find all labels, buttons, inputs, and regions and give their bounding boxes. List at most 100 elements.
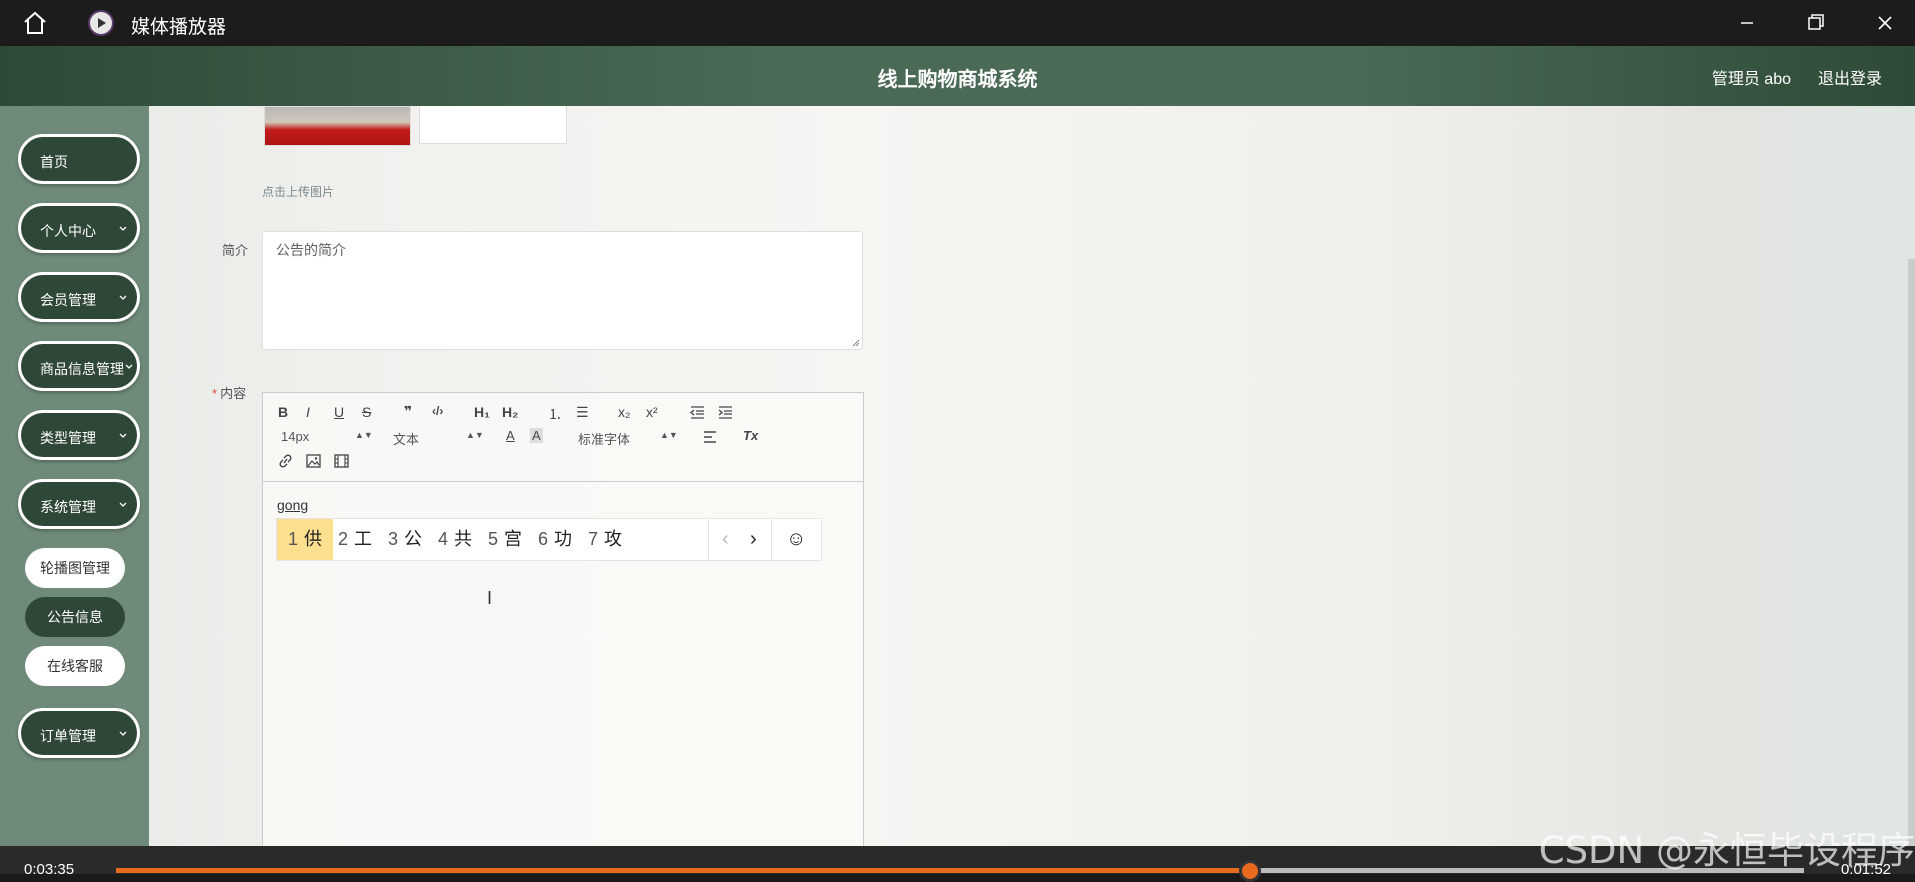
player-title: 媒体播放器	[131, 17, 227, 38]
strike-button[interactable]: S	[362, 404, 371, 420]
ime-separator	[771, 519, 772, 560]
text-cursor-icon: I	[487, 588, 493, 608]
sidebar-item-type-management[interactable]: 类型管理	[18, 410, 140, 460]
video-icon[interactable]	[334, 454, 349, 468]
select-arrows-icon: ▲▼	[355, 430, 373, 440]
sidebar-item-label: 订单管理	[40, 728, 96, 744]
logout-button[interactable]: 退出登录	[1818, 65, 1882, 89]
sidebar-item-label: 系统管理	[40, 499, 96, 515]
sidebar-item-label: 商品信息管理	[40, 361, 124, 377]
admin-user: 管理员 abo	[1711, 71, 1791, 88]
sidebar-item-label: 个人中心	[40, 223, 96, 239]
content-label-text: 内容	[220, 386, 247, 401]
link-icon[interactable]	[278, 454, 293, 468]
clean-format-button[interactable]: Tx	[743, 428, 758, 443]
font-family-select[interactable]: 标准字体 ▲▼	[578, 429, 678, 448]
header2-button[interactable]: H₂	[502, 404, 518, 420]
candidate-number: 7	[588, 529, 599, 549]
uploaded-image-thumbnail[interactable]	[264, 106, 411, 146]
minimize-icon[interactable]	[1733, 10, 1761, 36]
ime-candidate[interactable]: 7攻	[577, 519, 633, 560]
restore-icon[interactable]	[1801, 10, 1829, 36]
align-icon[interactable]	[703, 431, 717, 443]
close-icon[interactable]	[1871, 10, 1899, 36]
font-family-value: 标准字体	[578, 432, 631, 447]
sidebar-subitem-announcements[interactable]: 公告信息	[25, 597, 125, 637]
ime-candidate[interactable]: 4共	[427, 519, 483, 560]
indent-icon[interactable]	[718, 406, 733, 419]
sidebar-item-personal-center[interactable]: 个人中心	[18, 203, 140, 253]
home-icon[interactable]	[22, 10, 48, 36]
blockquote-button[interactable]: ❞	[404, 403, 412, 420]
candidate-char: 供	[304, 529, 323, 549]
upload-tip[interactable]: 点击上传图片	[262, 183, 334, 200]
chevron-down-icon	[119, 295, 127, 300]
ime-candidate[interactable]: 5宫	[477, 519, 533, 560]
ime-prev-page-icon[interactable]: ‹	[711, 519, 740, 560]
sidebar-item-member-management[interactable]: 会员管理	[18, 272, 140, 322]
sidebar-item-label: 类型管理	[40, 430, 96, 446]
candidate-char: 工	[354, 529, 373, 549]
content-label: * 内容	[212, 383, 246, 402]
required-mark: *	[212, 386, 218, 401]
chevron-down-icon	[119, 502, 127, 507]
resize-grip-icon[interactable]	[852, 339, 860, 347]
sidebar-item-order-management[interactable]: 订单管理	[18, 708, 140, 758]
chevron-down-icon	[119, 226, 127, 231]
image-upload-slot[interactable]	[419, 106, 567, 144]
ime-candidate-window: 1供 2工 3公 4共 5宫 6功 7攻 ‹ › ☺	[276, 518, 822, 561]
subscript-button[interactable]: x₂	[618, 404, 630, 420]
header-select[interactable]: 文本 ▲▼	[393, 429, 484, 448]
background-color-icon[interactable]: A	[530, 428, 543, 443]
candidate-char: 功	[554, 529, 573, 549]
candidate-number: 2	[338, 529, 349, 549]
watermark: CSDN @永恒毕设程序	[1538, 829, 1915, 872]
italic-button[interactable]: I	[306, 404, 310, 420]
ime-candidate[interactable]: 6功	[527, 519, 583, 560]
code-block-button[interactable]: ‹/›	[432, 404, 443, 418]
page-scrollbar[interactable]	[1908, 259, 1915, 846]
rich-text-editor[interactable]: B I U S ❞ ‹/› H₁ H₂ ⒈ ☰ x₂ x² 14px ▲▼ 文本 ▲…	[262, 392, 864, 846]
ime-emoji-icon[interactable]: ☺	[775, 519, 817, 560]
candidate-char: 攻	[604, 529, 623, 549]
candidate-number: 5	[488, 529, 499, 549]
seek-bar-handle[interactable]	[1239, 860, 1262, 882]
sidebar-item-product-management[interactable]: 商品信息管理	[18, 341, 140, 391]
underline-button[interactable]: U	[334, 404, 344, 420]
select-arrows-icon: ▲▼	[660, 430, 678, 440]
font-size-select[interactable]: 14px ▲▼	[281, 429, 373, 444]
ime-candidate[interactable]: 3公	[377, 519, 433, 560]
ime-next-page-icon[interactable]: ›	[739, 519, 768, 560]
intro-label: 简介	[222, 243, 249, 258]
intro-textarea[interactable]: 公告的简介	[262, 231, 863, 350]
bullet-list-button[interactable]: ☰	[576, 404, 589, 421]
bold-button[interactable]: B	[278, 404, 288, 420]
editor-body-text[interactable]: gong	[277, 497, 308, 513]
header1-button[interactable]: H₁	[474, 404, 490, 420]
ime-candidate[interactable]: 1供	[277, 519, 334, 560]
sidebar-subitem-carousel[interactable]: 轮播图管理	[25, 548, 125, 588]
chevron-down-icon	[119, 433, 127, 438]
player-titlebar: 媒体播放器	[0, 0, 1915, 46]
text-color-icon[interactable]: A	[506, 428, 515, 443]
candidate-number: 6	[538, 529, 549, 549]
sidebar-item-home[interactable]: 首页	[18, 134, 140, 184]
chevron-down-icon	[125, 364, 133, 369]
image-icon[interactable]	[306, 454, 321, 468]
sidebar-item-label: 会员管理	[40, 292, 96, 308]
sidebar-item-system-management[interactable]: 系统管理	[18, 479, 140, 529]
ordered-list-button[interactable]: ⒈	[548, 404, 562, 424]
app-header: 线上购物商城系统 管理员 abo 退出登录	[0, 46, 1915, 106]
chevron-down-icon	[119, 731, 127, 736]
superscript-button[interactable]: x²	[646, 404, 658, 420]
intro-value: 公告的简介	[276, 242, 346, 258]
candidate-char: 宫	[504, 529, 523, 549]
system-title: 线上购物商城系统	[877, 69, 1038, 91]
outdent-icon[interactable]	[690, 406, 705, 419]
select-arrows-icon: ▲▼	[466, 430, 484, 440]
ime-candidate[interactable]: 2工	[327, 519, 383, 560]
current-time: 0:03:35	[24, 861, 75, 878]
main-content: 点击上传图片 简介 公告的简介 * 内容 B I U S ❞ ‹/› H₁ H₂ …	[149, 106, 1915, 846]
sidebar-subitem-online-service[interactable]: 在线客服	[25, 646, 125, 686]
seek-bar-progress	[116, 868, 1251, 873]
